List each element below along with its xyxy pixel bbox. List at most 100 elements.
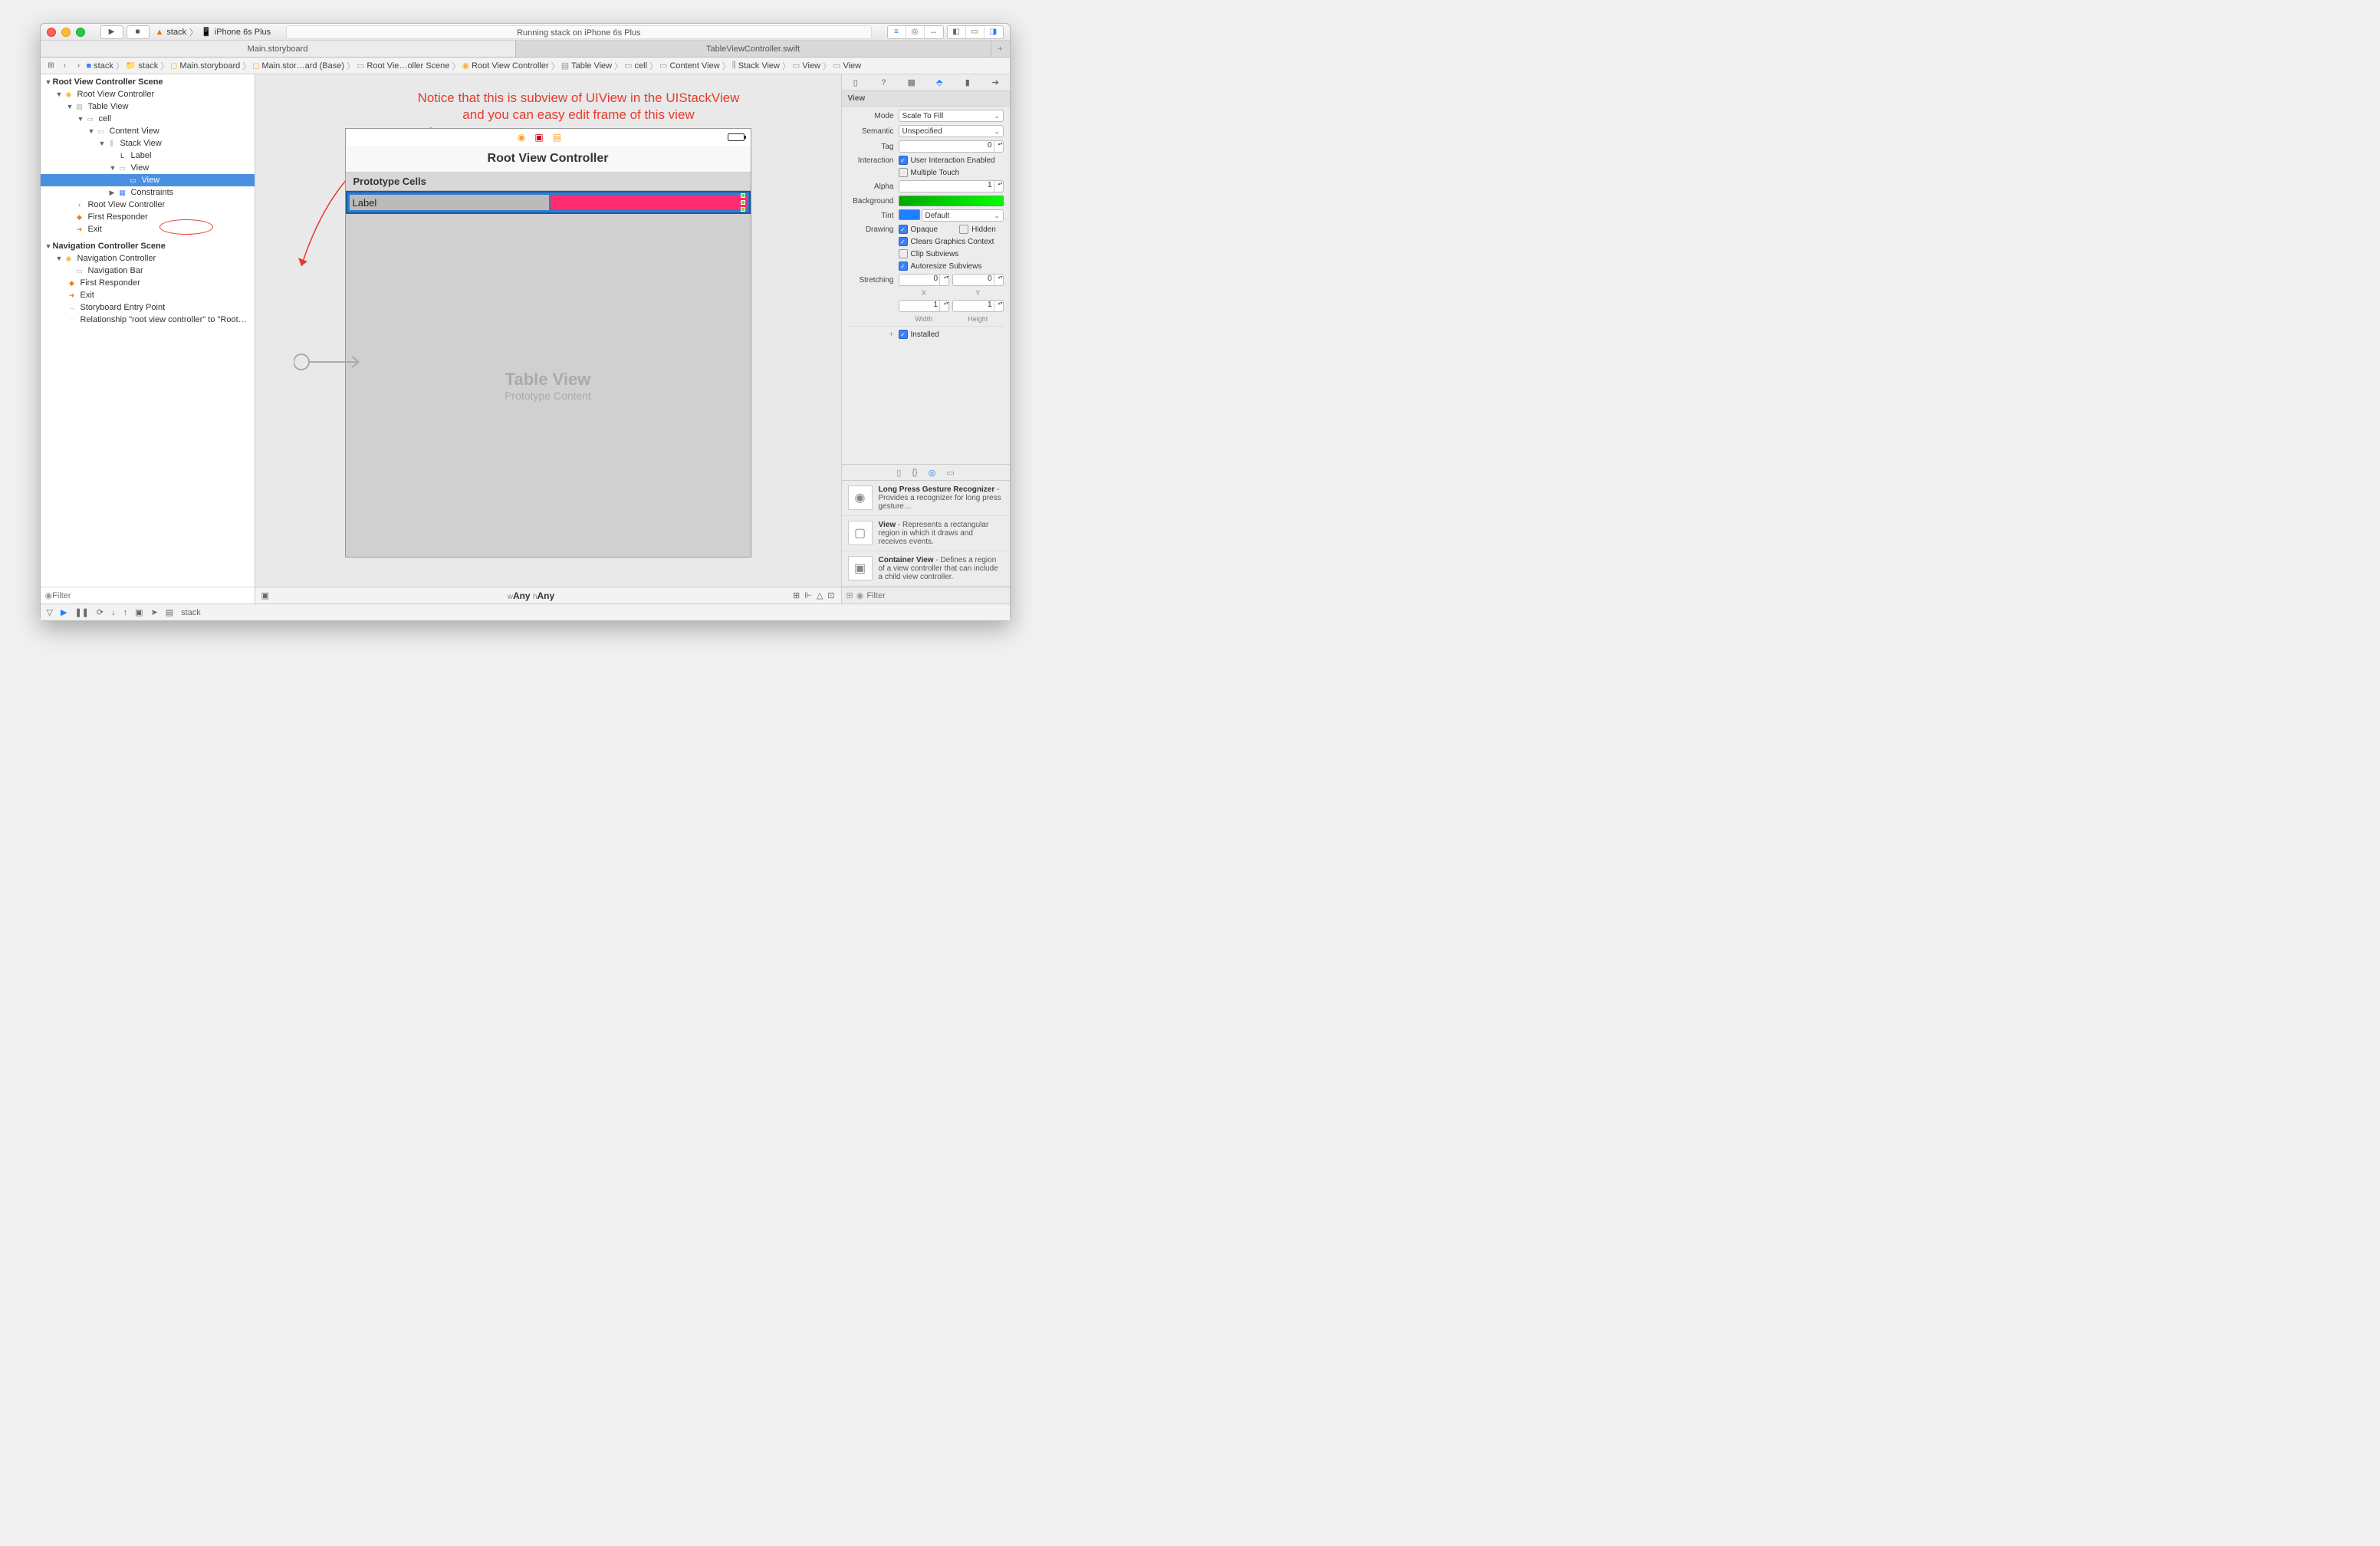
outline-item[interactable]: ▼◉Navigation Controller — [41, 252, 255, 265]
pin-button[interactable]: ⊩ — [804, 590, 812, 600]
file-templates-tab[interactable]: ▯ — [896, 468, 901, 478]
size-class-control[interactable]: wAny hAny — [269, 590, 793, 601]
code-snippets-tab[interactable]: {} — [912, 468, 917, 477]
jump-bar[interactable]: ⊞ ‹ › ■stack〉 📁stack〉 ◻Main.storyboard〉 … — [41, 58, 1010, 74]
installed-checkbox[interactable]: ✓ — [899, 330, 908, 339]
add-tab-button[interactable]: + — [991, 41, 1010, 57]
outline-item[interactable]: ‹Root View Controller — [41, 199, 255, 211]
opaque-checkbox[interactable]: ✓ — [899, 225, 908, 234]
file-inspector-tab[interactable]: ▯ — [849, 77, 863, 87]
quick-help-tab[interactable]: ? — [876, 78, 890, 87]
align-button[interactable]: ⊞ — [793, 590, 800, 600]
cell-label[interactable]: Label — [350, 195, 549, 210]
close-button[interactable] — [47, 28, 56, 37]
pause-icon[interactable]: ❚❚ — [74, 607, 88, 617]
assistant-editor-button[interactable]: ◎ — [906, 26, 925, 38]
tab-main-storyboard[interactable]: Main.storyboard — [41, 41, 516, 57]
background-colorwell[interactable] — [899, 196, 1004, 206]
standard-editor-button[interactable]: ≡ — [888, 26, 906, 38]
outline-item[interactable]: ➜Exit — [41, 223, 255, 235]
outline-item[interactable]: ◆First Responder — [41, 277, 255, 289]
resize-handle[interactable] — [741, 207, 745, 212]
scene-header[interactable]: ▼Root View Controller Scene — [41, 76, 255, 88]
stretch-h-field[interactable]: 1▴▾ — [952, 300, 1004, 312]
library-item[interactable]: ▣ Container View - Defines a region of a… — [842, 551, 1010, 587]
hide-debug-icon[interactable]: ▽ — [47, 607, 53, 617]
minimize-button[interactable] — [61, 28, 71, 37]
run-button[interactable]: ▶ — [100, 25, 123, 39]
outline-item[interactable]: ▼⫼Stack View — [41, 137, 255, 150]
stretch-w-field[interactable]: 1▴▾ — [899, 300, 950, 312]
version-editor-button[interactable]: ↔ — [925, 26, 943, 38]
related-items-icon[interactable]: ⊞ — [45, 60, 58, 72]
tab-tableviewcontroller[interactable]: TableViewController.swift — [516, 41, 991, 57]
stop-button[interactable]: ■ — [127, 25, 150, 39]
library-filter-input[interactable] — [866, 591, 1004, 600]
battery-icon — [728, 133, 745, 141]
outline-item[interactable]: →Storyboard Entry Point — [41, 301, 255, 314]
prototype-cell[interactable]: Label — [346, 191, 751, 214]
alpha-field[interactable]: 1▴▾ — [899, 180, 1004, 192]
scheme-selector[interactable]: ▲ stack 〉 📱 iPhone 6s Plus — [156, 26, 271, 38]
user-interaction-checkbox[interactable]: ✓ — [899, 156, 908, 165]
resize-button[interactable]: ⊡ — [827, 590, 834, 600]
connections-inspector-tab[interactable]: ➔ — [988, 77, 1002, 87]
multiple-touch-checkbox[interactable] — [899, 168, 908, 177]
file-tabs: Main.storyboard TableViewController.swif… — [41, 41, 1010, 58]
mode-select[interactable]: Scale To Fill⌄ — [899, 110, 1004, 122]
outline-item[interactable]: ▼▭cell — [41, 113, 255, 125]
step-over-icon[interactable]: ⟳ — [97, 607, 104, 617]
resize-handle[interactable] — [741, 193, 745, 198]
stretch-x-field[interactable]: 0▴▾ — [899, 274, 950, 286]
process-label[interactable]: stack — [181, 608, 201, 617]
back-button[interactable]: ‹ — [59, 60, 71, 72]
tint-select[interactable]: Default⌄ — [922, 209, 1004, 222]
toggle-utilities-button[interactable]: ◨ — [985, 26, 1003, 38]
size-inspector-tab[interactable]: ▮ — [961, 77, 975, 87]
library-item[interactable]: ▢ View - Represents a rectangular region… — [842, 516, 1010, 551]
breakpoints-icon[interactable]: ▶ — [61, 607, 67, 617]
resize-handle[interactable] — [741, 200, 745, 205]
scene-canvas[interactable]: ◉▣▤ Root View Controller Prototype Cells… — [345, 128, 751, 558]
step-in-icon[interactable]: ↓ — [111, 608, 116, 617]
identity-inspector-tab[interactable]: ▦ — [905, 77, 919, 87]
selected-view[interactable] — [551, 195, 747, 210]
canvas[interactable]: Notice that this is subview of UIView in… — [255, 74, 841, 604]
outline-item-selected[interactable]: ▭View — [41, 174, 255, 186]
hidden-checkbox[interactable] — [959, 225, 968, 234]
autoresize-checkbox[interactable]: ✓ — [899, 262, 908, 271]
outline-item[interactable]: ▶▦Constraints — [41, 186, 255, 199]
object-library-tab[interactable]: ◎ — [929, 468, 936, 478]
tag-field[interactable]: 0▴▾ — [899, 140, 1004, 153]
stretch-y-field[interactable]: 0▴▾ — [952, 274, 1004, 286]
toggle-navigator-button[interactable]: ◧ — [948, 26, 966, 38]
step-out-icon[interactable]: ↑ — [123, 608, 128, 617]
grid-view-icon[interactable]: ⊞ — [846, 590, 853, 600]
outline-item[interactable]: ▭Navigation Bar — [41, 265, 255, 277]
zoom-button[interactable] — [76, 28, 85, 37]
library-item[interactable]: ◉ Long Press Gesture Recognizer - Provid… — [842, 481, 1010, 516]
outline-item[interactable]: ➜Exit — [41, 289, 255, 301]
debug-view-icon[interactable]: ▣ — [135, 607, 143, 617]
semantic-select[interactable]: Unspecified⌄ — [899, 125, 1004, 137]
attributes-inspector-tab[interactable]: ⬘ — [932, 77, 946, 87]
outline-item[interactable]: ▼▤Table View — [41, 100, 255, 113]
library-tabs: ▯ {} ◎ ▭ — [842, 464, 1010, 481]
clears-context-checkbox[interactable]: ✓ — [899, 237, 908, 246]
outline-item[interactable]: ▼▭Content View — [41, 125, 255, 137]
outline-toggle-button[interactable]: ▣ — [261, 590, 269, 600]
location-icon[interactable]: ➤ — [151, 607, 158, 617]
forward-button[interactable]: › — [73, 60, 85, 72]
outline-item[interactable]: ▼▭View — [41, 162, 255, 174]
clip-subviews-checkbox[interactable] — [899, 249, 908, 258]
toggle-debug-button[interactable]: ▭ — [966, 26, 985, 38]
outline-item[interactable]: ◆First Responder — [41, 211, 255, 223]
tint-colorwell[interactable] — [899, 209, 920, 220]
scene-header[interactable]: ▼Navigation Controller Scene — [41, 240, 255, 252]
outline-filter-input[interactable] — [52, 591, 249, 600]
outline-item[interactable]: ◌Relationship "root view controller" to … — [41, 314, 255, 326]
outline-item[interactable]: ▼◉Root View Controller — [41, 88, 255, 100]
outline-item[interactable]: LLabel — [41, 150, 255, 162]
resolve-button[interactable]: △ — [817, 590, 823, 600]
media-library-tab[interactable]: ▭ — [946, 468, 954, 478]
